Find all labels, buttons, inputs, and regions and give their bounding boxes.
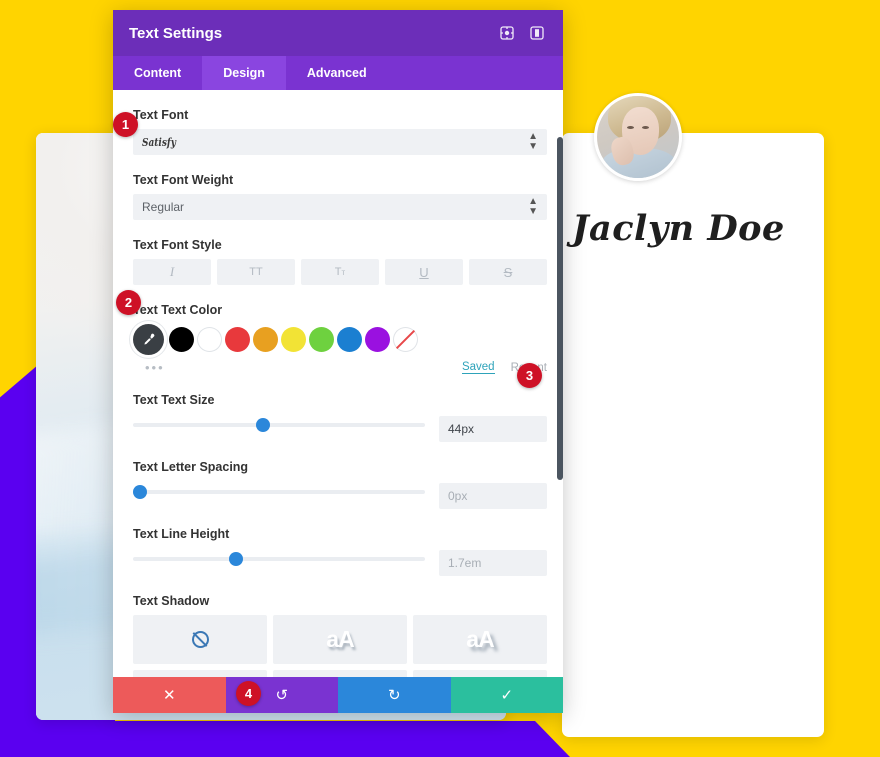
letter-spacing-input[interactable]: 0px [439, 483, 547, 509]
swatch-blue[interactable] [337, 327, 362, 352]
cancel-button[interactable]: ✕ [113, 677, 226, 713]
tab-content[interactable]: Content [113, 56, 202, 90]
chevron-updown-icon: ▲ ▼ [528, 196, 538, 217]
underline-button[interactable]: U [385, 259, 463, 285]
text-shadow-grid: aA aA aA aA aA [133, 615, 547, 677]
label-text-letter-spacing: Text Letter Spacing [133, 460, 249, 474]
field-text-shadow: Text Shadow aA aA aA aA aA [133, 594, 547, 677]
avatar-eye-right [642, 125, 650, 129]
field-text-letter-spacing: Text Letter Spacing 0px [133, 460, 547, 509]
strikethrough-button[interactable]: S [469, 259, 547, 285]
color-swatch-row [133, 324, 547, 355]
tab-design[interactable]: Design [202, 56, 286, 90]
field-text-font: Text Font Satisfy ▲ ▼ [133, 108, 547, 155]
shadow-preset-none[interactable] [133, 615, 267, 664]
field-text-font-weight: Text Font Weight Regular ▲ ▼ [133, 173, 547, 220]
line-height-slider[interactable] [133, 548, 425, 566]
panel-tabs: Content Design Advanced [113, 56, 563, 90]
tab-advanced[interactable]: Advanced [286, 56, 388, 90]
shadow-preset-horizontal[interactable]: aA [413, 670, 547, 677]
swatch-green[interactable] [309, 327, 334, 352]
save-button[interactable]: ✓ [450, 677, 563, 713]
italic-icon: I [169, 264, 175, 279]
swatch-orange[interactable] [253, 327, 278, 352]
label-text-line-height: Text Line Height [133, 527, 230, 541]
panel-scroll-thumb[interactable] [557, 137, 563, 480]
letter-spacing-thumb[interactable] [133, 485, 147, 499]
letter-spacing-slider[interactable] [133, 481, 425, 499]
label-text-shadow: Text Shadow [133, 594, 210, 608]
chevron-updown-icon: ▲ ▼ [528, 131, 538, 152]
shadow-preset-soft-bottom[interactable]: aA [273, 615, 407, 664]
expand-target-icon[interactable] [497, 23, 517, 43]
swatch-red[interactable] [225, 327, 250, 352]
line-height-thumb[interactable] [229, 552, 244, 566]
panel-body: Text Font Satisfy ▲ ▼ Text Font Weight Re… [113, 90, 563, 677]
field-text-text-size: Text Text Size 44px [133, 393, 547, 442]
shadow-preset-hard-bottom[interactable]: aA [413, 615, 547, 664]
swatch-black[interactable] [169, 327, 194, 352]
profile-name: Jaclyn Doe [572, 208, 785, 249]
annotation-badge-1: 1 [113, 112, 138, 137]
panel-header: Text Settings [113, 10, 563, 56]
italic-button[interactable]: I [133, 259, 211, 285]
field-text-font-style: Text Font Style I TT Tт U S [133, 238, 547, 285]
color-meta-row: ••• Saved Recent [133, 360, 547, 375]
line-height-track[interactable] [133, 552, 425, 566]
swatch-none[interactable] [393, 327, 418, 352]
text-font-select[interactable]: Satisfy ▲ ▼ [133, 129, 547, 155]
more-colors-dots[interactable]: ••• [145, 360, 462, 375]
label-text-text-color: Text Text Color [133, 303, 223, 317]
avatar [594, 93, 682, 181]
swatch-purple[interactable] [365, 327, 390, 352]
layout-panel-icon[interactable] [527, 23, 547, 43]
text-size-input[interactable]: 44px [439, 416, 547, 442]
text-settings-panel: Text Settings Content Design Advanced Te… [113, 10, 563, 713]
text-size-slider[interactable] [133, 414, 425, 432]
shadow-preview-text: aA [466, 626, 494, 652]
capitalize-button[interactable]: Tт [301, 259, 379, 285]
line-height-row: 1.7em [133, 548, 547, 576]
swatch-yellow[interactable] [281, 327, 306, 352]
label-text-font: Text Font [133, 108, 189, 122]
profile-card: Jaclyn Doe [562, 93, 824, 737]
annotation-badge-4: 4 [236, 681, 261, 706]
text-size-thumb[interactable] [255, 418, 270, 432]
text-size-track[interactable] [133, 418, 425, 432]
text-font-weight-value: Regular [142, 200, 185, 214]
line-height-input[interactable]: 1.7em [439, 550, 547, 576]
uppercase-icon: TT [249, 266, 263, 278]
field-text-text-color: Text Text Color ••• Saved [133, 303, 547, 375]
saved-colors-link[interactable]: Saved [461, 361, 495, 374]
panel-scrollbar[interactable] [557, 90, 563, 677]
eyedropper-icon [144, 333, 155, 345]
font-style-buttons: I TT Tт U S [133, 259, 547, 285]
annotation-badge-2: 2 [116, 290, 141, 315]
swatch-white[interactable] [197, 327, 222, 352]
text-font-value: Satisfy [142, 135, 176, 149]
label-text-font-style: Text Font Style [133, 238, 222, 252]
strikethrough-icon: S [503, 264, 513, 280]
eyedropper-swatch-button[interactable] [133, 324, 164, 355]
label-text-font-weight: Text Font Weight [133, 173, 234, 187]
panel-action-bar: ✕ ↺ ↻ ✓ [113, 677, 563, 713]
field-text-line-height: Text Line Height 1.7em [133, 527, 547, 576]
background-purple-bottom-band [0, 721, 570, 757]
redo-button[interactable]: ↻ [338, 677, 451, 713]
uppercase-button[interactable]: TT [217, 259, 295, 285]
label-text-text-size: Text Text Size [133, 393, 215, 407]
panel-title: Text Settings [129, 24, 223, 42]
text-size-row: 44px [133, 414, 547, 442]
shadow-preset-under-line[interactable]: aA [273, 670, 407, 677]
no-shadow-icon [191, 631, 209, 648]
avatar-eye-left [626, 125, 634, 129]
shadow-preset-top-left[interactable]: aA [133, 670, 267, 677]
annotation-badge-3: 3 [517, 363, 542, 388]
capitalize-icon: Tт [334, 266, 346, 278]
letter-spacing-row: 0px [133, 481, 547, 509]
letter-spacing-track[interactable] [133, 485, 425, 499]
underline-icon: U [419, 264, 429, 280]
shadow-preview-text: aA [326, 626, 354, 652]
text-font-weight-select[interactable]: Regular ▲ ▼ [133, 194, 547, 220]
